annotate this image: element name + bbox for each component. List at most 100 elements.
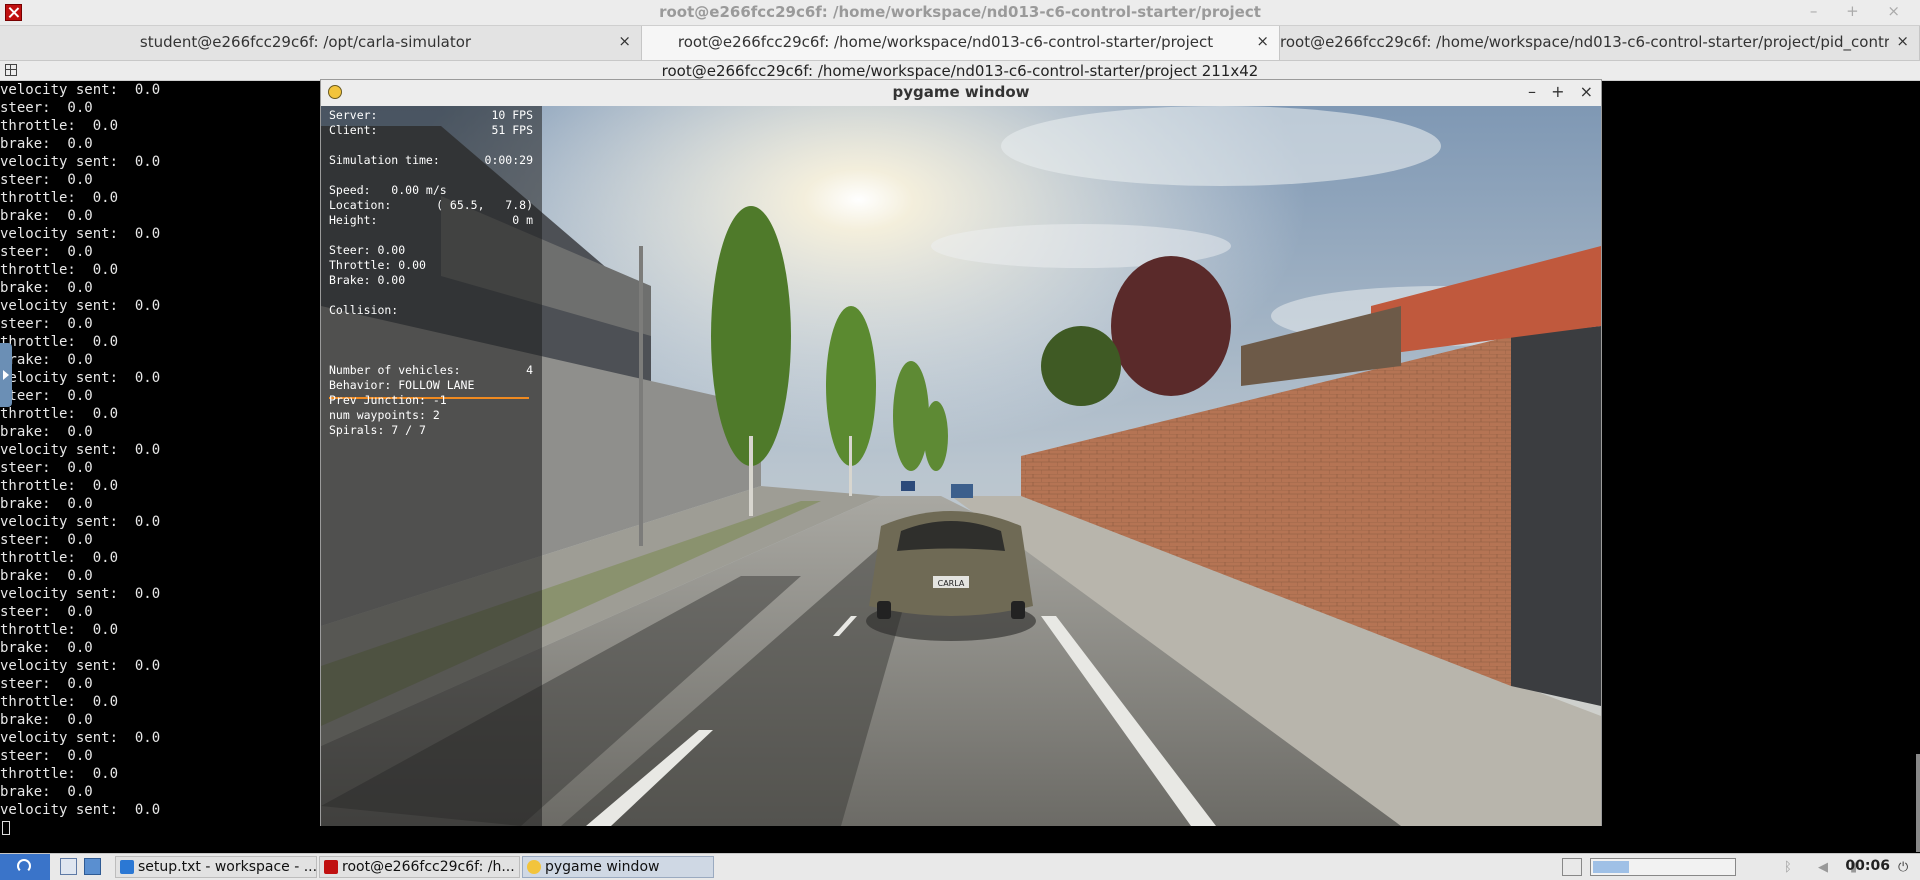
- terminal-line: throttle: 0.0: [0, 118, 119, 134]
- scrollbar[interactable]: [1916, 754, 1920, 852]
- terminal-line: throttle: 0.0: [0, 190, 119, 206]
- terminal-line: velocity sent: 0.0: [0, 370, 161, 386]
- terminal-line: velocity sent: 0.0: [0, 442, 161, 458]
- terminal-line: brake: 0.0: [0, 568, 93, 584]
- power-icon[interactable]: ⏻: [1898, 860, 1908, 875]
- hud-throttle: Throttle: 0.00: [329, 258, 426, 272]
- terminal-line: brake: 0.0: [0, 640, 93, 656]
- window-controls[interactable]: – + ×: [1810, 2, 1912, 20]
- terminal-line: steer: 0.0: [0, 316, 93, 332]
- terminal-line: velocity sent: 0.0: [0, 82, 161, 98]
- close-icon[interactable]: ×: [618, 32, 631, 50]
- tab-project[interactable]: root@e266fcc29c6f: /home/workspace/nd013…: [642, 26, 1280, 60]
- terminal-line: brake: 0.0: [0, 712, 93, 728]
- pygame-icon: [527, 860, 541, 874]
- taskbar: setup.txt - workspace - ... root@e266fcc…: [0, 853, 1920, 880]
- hud-brake: Brake: 0.00: [329, 273, 406, 287]
- tab-carla-simulator[interactable]: student@e266fcc29c6f: /opt/carla-simulat…: [0, 26, 642, 60]
- hud-sim-time: Simulation time: 0:00:29: [329, 153, 533, 167]
- taskbar-item-pygame[interactable]: pygame window: [522, 856, 714, 878]
- side-panel-handle[interactable]: [0, 343, 12, 407]
- app-titlebar: root@e266fcc29c6f: /home/workspace/nd013…: [0, 0, 1920, 26]
- terminal-line: brake: 0.0: [0, 280, 93, 296]
- file-manager-icon[interactable]: [60, 858, 77, 875]
- terminal-lines: velocity sent: 0.0 steer: 0.0 throttle: 0.…: [0, 81, 160, 819]
- terminal-line: throttle: 0.0: [0, 694, 119, 710]
- terminal-line: velocity sent: 0.0: [0, 298, 161, 314]
- terminal-line: throttle: 0.0: [0, 406, 119, 422]
- close-icon[interactable]: ×: [1256, 32, 1269, 50]
- terminal-line: steer: 0.0: [0, 676, 93, 692]
- tab-bar: student@e266fcc29c6f: /opt/carla-simulat…: [0, 26, 1920, 61]
- hud-vehicles: Number of vehicles: 4: [329, 363, 533, 377]
- clock: 00:06: [1845, 858, 1890, 874]
- tab-pid-controller[interactable]: root@e266fcc29c6f: /home/workspace/nd013…: [1280, 26, 1920, 60]
- minimize-button[interactable]: –: [1528, 82, 1536, 101]
- tab-label: student@e266fcc29c6f: /opt/carla-simulat…: [139, 33, 472, 51]
- vscode-icon: [120, 860, 134, 874]
- settings-icon[interactable]: [84, 858, 101, 875]
- pygame-title: pygame window: [892, 83, 1030, 101]
- terminal-line: velocity sent: 0.0: [0, 658, 161, 674]
- simulation-view[interactable]: CARLA Server: 10 FPS Client: 51 FPS Simula…: [321, 106, 1601, 826]
- terminal-line: steer: 0.0: [0, 748, 93, 764]
- keyboard-icon[interactable]: [1562, 858, 1582, 876]
- pygame-window[interactable]: pygame window – + × CARLA Server: 10 FPS…: [320, 79, 1602, 826]
- pygame-titlebar[interactable]: pygame window – + ×: [321, 80, 1601, 106]
- hud-panel: Server: 10 FPS Client: 51 FPS Simulation t…: [321, 106, 542, 826]
- hud-num-waypoints: num waypoints: 2: [329, 408, 440, 422]
- terminal-line: velocity sent: 0.0: [0, 514, 161, 530]
- app-title: root@e266fcc29c6f: /home/workspace/nd013…: [659, 3, 1261, 21]
- terminal-line: steer: 0.0: [0, 604, 93, 620]
- terminal-line: velocity sent: 0.0: [0, 802, 161, 818]
- terminal-line: brake: 0.0: [0, 208, 93, 224]
- svg-text:CARLA: CARLA: [938, 579, 965, 588]
- terminal-line: throttle: 0.0: [0, 262, 119, 278]
- hud-spirals: Spirals: 7 / 7: [329, 423, 426, 437]
- hud-height: Height: 0 m: [329, 213, 533, 227]
- workspace-pager[interactable]: [1590, 858, 1736, 876]
- terminal-line: brake: 0.0: [0, 136, 93, 152]
- terminal-cursor: [2, 821, 10, 835]
- hud-steer: Steer: 0.00: [329, 243, 406, 257]
- tab-label: root@e266fcc29c6f: /home/workspace/nd013…: [1280, 33, 1889, 51]
- terminal-line: brake: 0.0: [0, 424, 93, 440]
- hud-speed: Speed: 0.00 m/s: [329, 183, 447, 197]
- volume-icon[interactable]: ◀: [1818, 860, 1828, 875]
- pygame-window-controls: – + ×: [1518, 82, 1593, 101]
- start-menu-button[interactable]: [0, 854, 50, 880]
- terminal-line: steer: 0.0: [0, 460, 93, 476]
- terminal-line: velocity sent: 0.0: [0, 586, 161, 602]
- ego-vehicle: CARLA: [866, 511, 1036, 641]
- terminal-line: throttle: 0.0: [0, 478, 119, 494]
- terminal-size-title: root@e266fcc29c6f: /home/workspace/nd013…: [661, 62, 1259, 80]
- terminal-line: steer: 0.0: [0, 388, 93, 404]
- pager-workspace-1[interactable]: [1593, 861, 1629, 873]
- terminal-line: steer: 0.0: [0, 172, 93, 188]
- hud-prev-junction: Prev Junction: -1: [329, 393, 447, 407]
- terminal-header: root@e266fcc29c6f: /home/workspace/nd013…: [0, 61, 1920, 81]
- taskbar-item-vscode[interactable]: setup.txt - workspace - ...: [115, 856, 317, 878]
- terminal-line: steer: 0.0: [0, 532, 93, 548]
- bluetooth-icon[interactable]: ᛒ: [1784, 860, 1792, 875]
- close-button[interactable]: ×: [1580, 82, 1593, 101]
- terminal-line: brake: 0.0: [0, 352, 93, 368]
- maximize-button[interactable]: +: [1551, 82, 1564, 101]
- terminal-line: velocity sent: 0.0: [0, 730, 161, 746]
- hud-client: Client: 51 FPS: [329, 123, 533, 137]
- hud-location: Location:( 65.5, 7.8): [329, 198, 533, 212]
- hud-server: Server: 10 FPS: [329, 108, 533, 122]
- close-icon[interactable]: ×: [1896, 32, 1909, 50]
- terminal-line: steer: 0.0: [0, 100, 93, 116]
- terminal-line: throttle: 0.0: [0, 622, 119, 638]
- hud-collision: Collision:: [329, 303, 399, 317]
- terminal-line: velocity sent: 0.0: [0, 154, 161, 170]
- terminal-line: velocity sent: 0.0: [0, 226, 161, 242]
- terminal-icon: [324, 860, 338, 874]
- taskbar-item-terminal[interactable]: root@e266fcc29c6f: /h...: [319, 856, 520, 878]
- tab-label: root@e266fcc29c6f: /home/workspace/nd013…: [677, 33, 1214, 51]
- terminal-line: throttle: 0.0: [0, 550, 119, 566]
- terminal-line: throttle: 0.0: [0, 334, 119, 350]
- terminal-line: brake: 0.0: [0, 496, 93, 512]
- terminal-line: throttle: 0.0: [0, 766, 119, 782]
